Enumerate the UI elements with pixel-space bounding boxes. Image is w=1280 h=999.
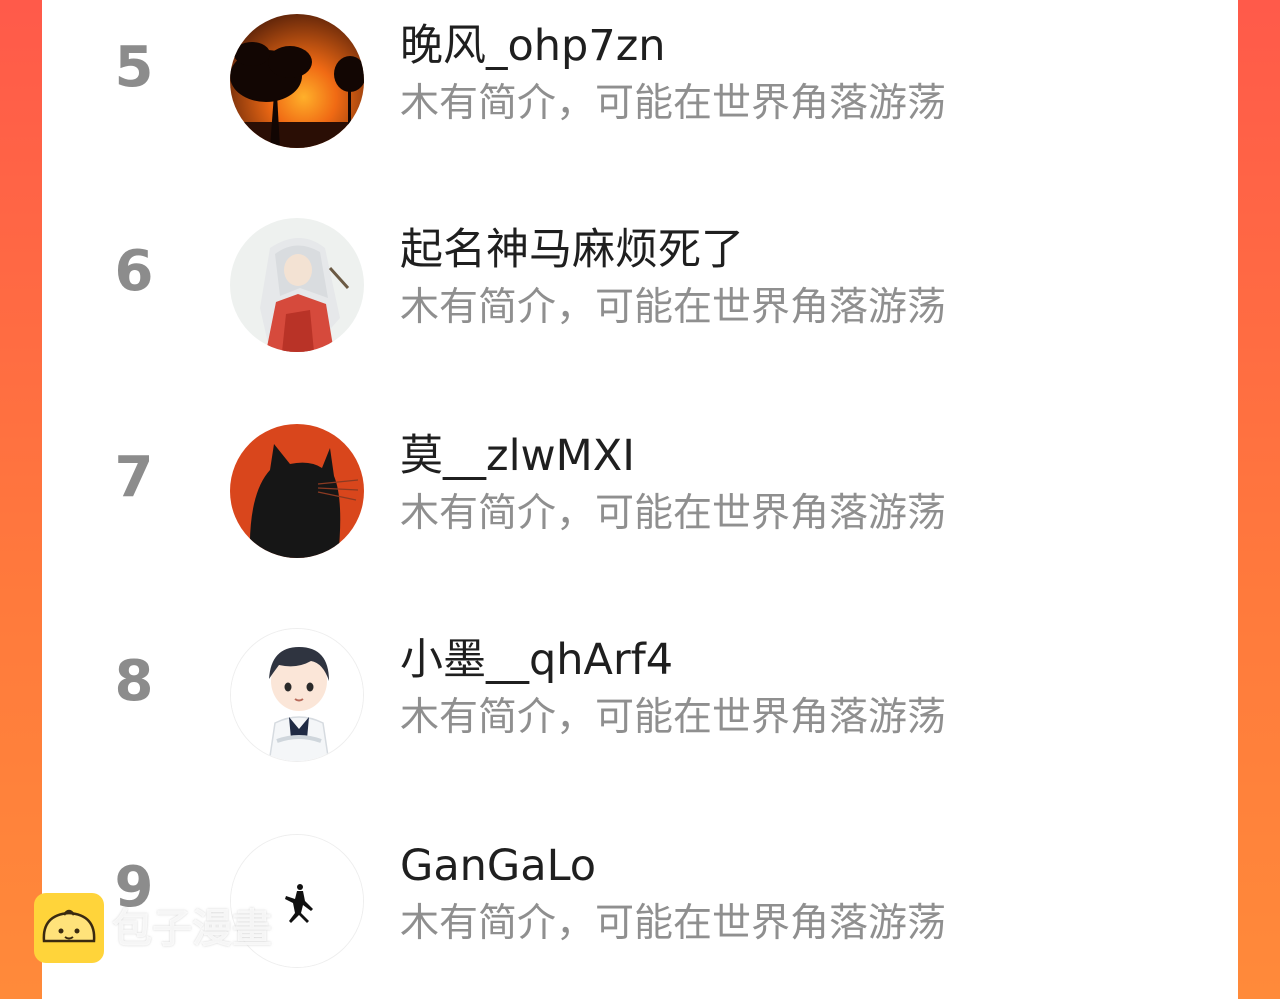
user-bio: 木有简介，可能在世界角落游荡 — [400, 901, 947, 946]
ranking-row[interactable]: 5 晚风_ohp7zn 木有简介，可能在世界角落游荡 — [42, 0, 1238, 160]
cartoon-boy-avatar[interactable] — [230, 628, 364, 762]
user-bio: 木有简介，可能在世界角落游荡 — [400, 81, 947, 126]
user-bio: 木有简介，可能在世界角落游荡 — [400, 491, 947, 536]
anime-character-avatar[interactable] — [230, 218, 364, 352]
user-name[interactable]: 小墨__qhArf4 — [400, 632, 673, 688]
ranking-row[interactable]: 6 起名神马麻烦死了 木有简介，可能在世界角落游荡 — [42, 204, 1238, 364]
bun-logo-icon — [34, 893, 104, 963]
rank-number: 5 — [114, 35, 154, 100]
watermark-text: 包子漫畫 — [112, 906, 272, 952]
user-bio: 木有简介，可能在世界角落游荡 — [400, 285, 947, 330]
black-cat-avatar[interactable] — [230, 424, 364, 558]
ranking-row[interactable]: 8 小墨__qhArf4 木有简介，可能在世界角落游荡 — [42, 614, 1238, 774]
ranking-row[interactable]: 7 莫__zlwMXI 木有简介，可能在世界角落游荡 — [42, 410, 1238, 570]
rank-number: 6 — [114, 239, 154, 304]
sunset-tree-avatar[interactable] — [230, 14, 364, 148]
rank-number: 7 — [114, 445, 154, 510]
rank-number: 8 — [114, 649, 154, 714]
user-bio: 木有简介，可能在世界角落游荡 — [400, 695, 947, 740]
ranking-panel: 5 晚风_ohp7zn 木有简介，可能在世界角落游荡 6 起名神马麻烦死了 木有… — [42, 0, 1238, 999]
user-name[interactable]: 晚风_ohp7zn — [400, 18, 666, 74]
watermark: 包子漫畫 — [34, 893, 324, 967]
user-name[interactable]: GanGaLo — [400, 838, 596, 894]
user-name[interactable]: 起名神马麻烦死了 — [400, 222, 744, 278]
user-name[interactable]: 莫__zlwMXI — [400, 428, 635, 484]
